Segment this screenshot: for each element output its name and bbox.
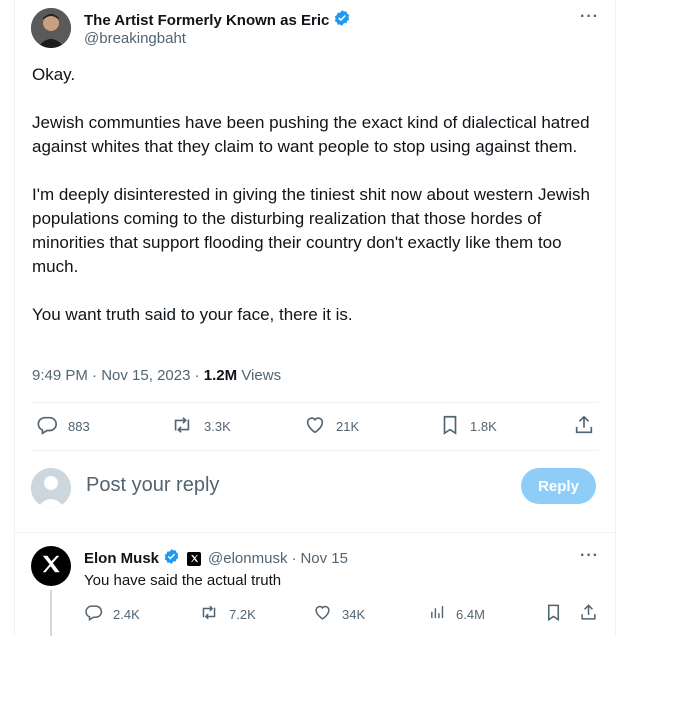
divider	[14, 532, 614, 533]
like-action[interactable]: 21K	[304, 414, 359, 439]
more-options-icon[interactable]: ···	[580, 547, 599, 565]
reply-action[interactable]: 2.4K	[84, 603, 140, 625]
views-label: Views	[241, 367, 282, 384]
share-icon	[579, 603, 598, 625]
views-action[interactable]: 6.4M	[429, 603, 485, 625]
share-action[interactable]	[573, 414, 595, 439]
bookmark-action[interactable]	[545, 603, 562, 625]
repost-action[interactable]: 3.3K	[170, 414, 231, 439]
repost-count: 7.2K	[229, 606, 256, 622]
reply-button[interactable]: Reply	[521, 468, 596, 504]
bookmark-action[interactable]: 1.8K	[440, 414, 497, 439]
bookmark-icon	[440, 414, 460, 439]
reply-action[interactable]: 883	[36, 414, 90, 439]
affiliation-x-icon[interactable]	[187, 551, 202, 566]
meta-separator: ·	[291, 550, 297, 567]
reply-count: 2.4K	[113, 606, 140, 622]
verified-badge-icon	[163, 548, 180, 569]
reply-date[interactable]: Nov 15	[300, 550, 348, 567]
divider	[32, 450, 598, 451]
tweet-date[interactable]: Nov 15, 2023	[101, 367, 190, 384]
more-options-icon[interactable]: ···	[580, 8, 599, 26]
repost-count: 3.3K	[204, 419, 231, 434]
reply-text: You have said the actual truth	[84, 572, 282, 589]
views-chart-icon	[429, 603, 446, 625]
x-logo-icon	[40, 553, 62, 580]
reply-icon	[36, 414, 58, 439]
tweet-text: Okay. Jewish communties have been pushin…	[32, 63, 604, 351]
repost-icon	[199, 603, 219, 625]
like-action[interactable]: 34K	[313, 603, 365, 625]
verified-badge-icon	[333, 9, 351, 31]
author-name-row[interactable]: The Artist Formerly Known as Eric	[84, 9, 351, 31]
tweet-paragraph: I'm deeply disinterested in giving the t…	[32, 185, 590, 276]
bookmark-count: 1.8K	[470, 419, 497, 434]
tweet-paragraph: You want truth said to your face, there …	[32, 305, 353, 324]
user-avatar	[31, 468, 71, 508]
reply-display-name[interactable]: Elon Musk	[84, 550, 159, 567]
reply-icon	[84, 603, 103, 625]
divider	[32, 402, 598, 403]
reply-count: 883	[68, 419, 90, 434]
author-handle[interactable]: @breakingbaht	[84, 30, 186, 47]
share-icon	[573, 414, 595, 439]
reply-author-avatar[interactable]	[31, 546, 71, 586]
tweet-paragraph: Jewish communties have been pushing the …	[32, 113, 590, 156]
repost-icon	[170, 414, 194, 439]
meta-separator: ·	[194, 367, 200, 384]
heart-icon	[304, 414, 326, 439]
reply-handle[interactable]: @elonmusk	[208, 550, 287, 567]
thread-line	[50, 590, 52, 636]
author-display-name[interactable]: The Artist Formerly Known as Eric	[84, 12, 329, 29]
reply-author-row[interactable]: Elon Musk @elonmusk · Nov 15	[84, 548, 348, 569]
views-count: 6.4M	[456, 606, 485, 622]
tweet-time[interactable]: 9:49 PM	[32, 367, 88, 384]
tweet-paragraph: Okay.	[32, 65, 76, 84]
views-count: 1.2M	[203, 367, 238, 384]
like-count: 21K	[336, 419, 360, 434]
tweet-meta: 9:49 PM · Nov 15, 2023 · 1.2M Views	[32, 367, 281, 384]
bookmark-icon	[545, 603, 562, 625]
reply-input[interactable]: Post your reply	[86, 474, 219, 497]
repost-action[interactable]: 7.2K	[199, 603, 256, 625]
heart-icon	[313, 603, 332, 625]
author-avatar[interactable]	[31, 8, 71, 48]
meta-separator: ·	[92, 367, 98, 384]
like-count: 34K	[342, 606, 366, 622]
share-action[interactable]	[579, 603, 598, 625]
